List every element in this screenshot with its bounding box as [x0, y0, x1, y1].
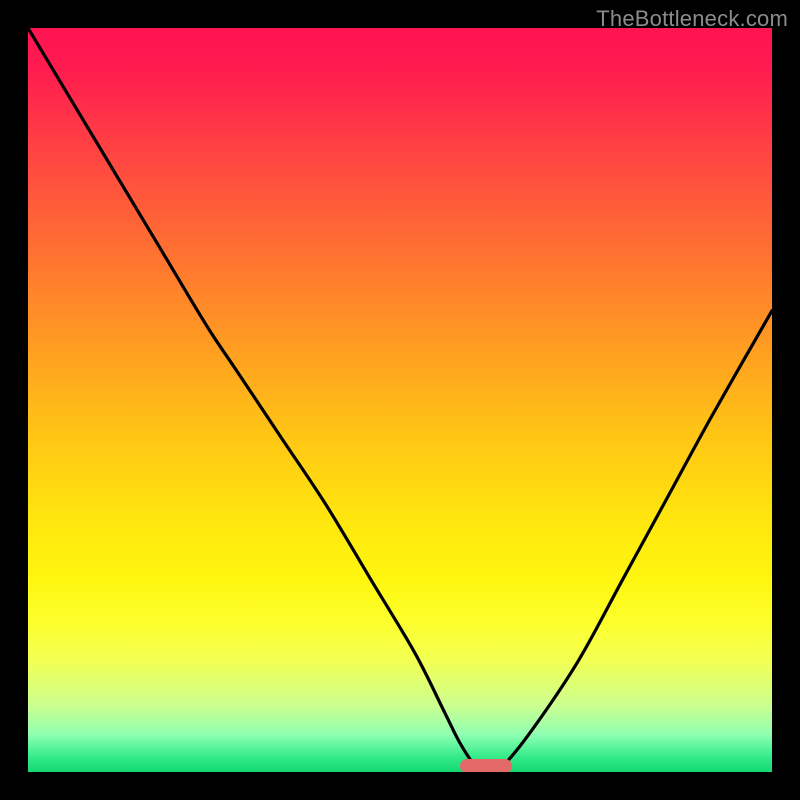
watermark-text: TheBottleneck.com	[596, 6, 788, 32]
bottleneck-curve	[28, 28, 772, 772]
plot-area	[28, 28, 772, 772]
chart-frame: TheBottleneck.com	[0, 0, 800, 800]
sweet-spot-marker	[460, 759, 512, 772]
